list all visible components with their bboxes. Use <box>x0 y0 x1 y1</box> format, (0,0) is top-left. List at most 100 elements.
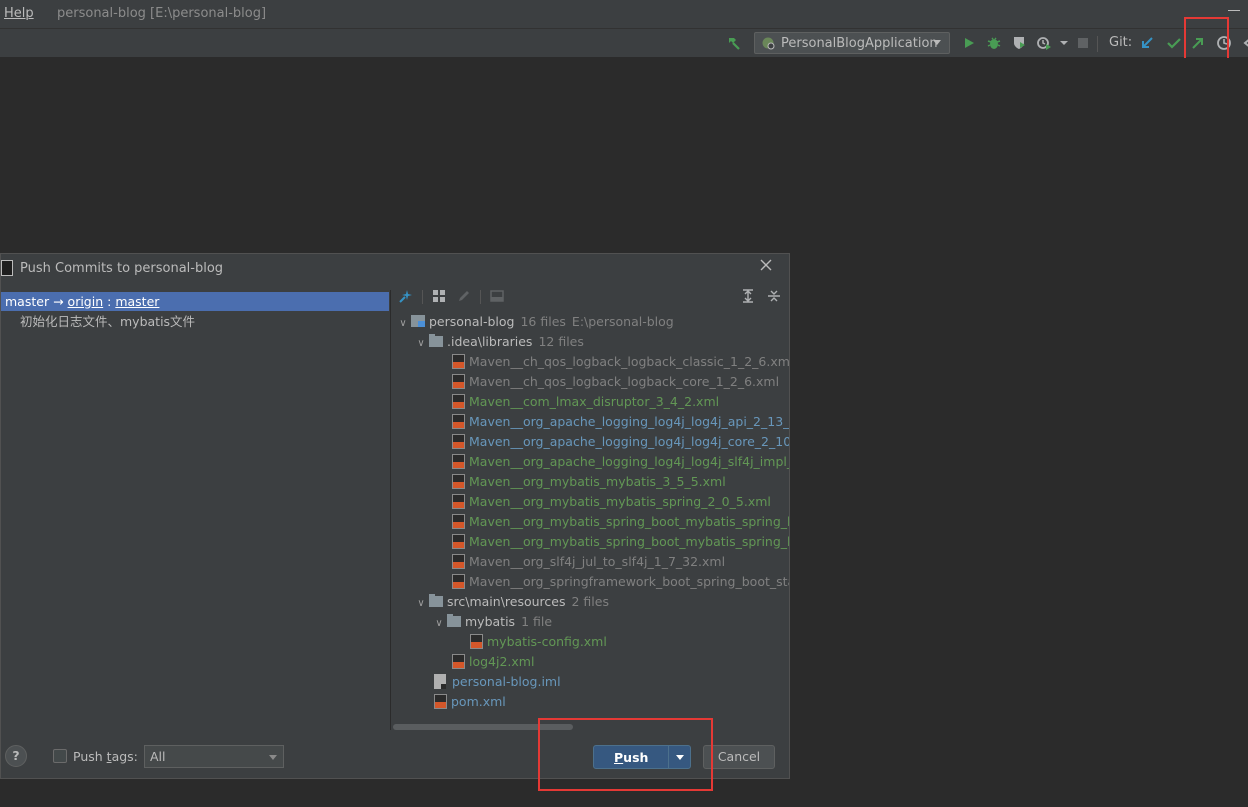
toolbar-separator <box>422 290 423 304</box>
tree-file-row[interactable]: Maven__com_lmax_disruptor_3_4_2.xml <box>452 392 719 412</box>
file-name: Maven__org_mybatis_mybatis_spring_2_0_5.… <box>469 494 771 509</box>
git-rollback-icon[interactable] <box>1240 35 1248 51</box>
run-config-select[interactable]: PersonalBlogApplication <box>754 32 950 54</box>
run-icon[interactable] <box>961 35 977 51</box>
tree-libraries-row[interactable]: ∨ .idea\libraries 12 files <box>413 332 584 352</box>
module-icon <box>411 315 425 327</box>
tree-file-row[interactable]: Maven__org_apache_logging_log4j_log4j_ap… <box>452 412 789 432</box>
folder-icon <box>447 614 461 627</box>
dialog-title-bar: Push Commits to personal-blog <box>1 254 789 282</box>
xml-file-icon <box>452 434 465 449</box>
tree-file-row[interactable]: Maven__org_slf4j_jul_to_slf4j_1_7_32.xml <box>452 552 725 572</box>
push-dialog: Push Commits to personal-blog master → o… <box>0 253 790 779</box>
branch-row[interactable]: master → origin : master <box>1 292 389 311</box>
local-branch: master <box>5 294 50 309</box>
file-name: Maven__org_springframework_boot_spring_b… <box>469 574 789 589</box>
xml-file-icon <box>452 354 465 369</box>
file-name: Maven__org_mybatis_spring_boot_mybatis_s… <box>469 534 789 549</box>
libraries-count: 12 files <box>538 334 584 349</box>
push-tags-checkbox[interactable] <box>53 749 67 763</box>
highlight-files-icon[interactable] <box>398 288 414 304</box>
menu-help[interactable]: Help <box>4 6 34 21</box>
tree-file-row[interactable]: Maven__org_mybatis_mybatis_spring_2_0_5.… <box>452 492 771 512</box>
tree-file-row[interactable]: Maven__org_mybatis_mybatis_3_5_5.xml <box>452 472 726 492</box>
file-name: Maven__ch_qos_logback_logback_core_1_2_6… <box>469 374 780 389</box>
push-tags-label-part: Push <box>73 749 107 764</box>
minimize-icon[interactable] <box>1228 10 1240 11</box>
run-config-label: PersonalBlogApplication <box>781 35 938 51</box>
help-button[interactable]: ? <box>5 745 27 767</box>
tree-file-row[interactable]: log4j2.xml <box>452 652 534 672</box>
file-name: personal-blog.iml <box>452 674 561 689</box>
chevron-down-icon <box>269 755 277 760</box>
tags-select[interactable]: All <box>144 745 284 768</box>
preview-diff-icon[interactable] <box>489 288 505 304</box>
chevron-down-icon[interactable]: ∨ <box>413 334 429 354</box>
xml-file-icon <box>452 514 465 529</box>
remote-name-link[interactable]: origin <box>68 294 104 309</box>
root-path: E:\personal-blog <box>571 314 674 329</box>
window-title: personal-blog [E:\personal-blog] <box>57 6 267 21</box>
main-toolbar: PersonalBlogApplication Git: <box>0 29 1248 58</box>
target-branch-link[interactable]: master <box>115 294 159 309</box>
chevron-down-icon[interactable]: ∨ <box>413 594 429 614</box>
chevron-down-icon[interactable]: ∨ <box>431 614 447 634</box>
git-update-icon[interactable] <box>1139 35 1155 51</box>
xml-file-icon <box>452 574 465 589</box>
tree-file-row[interactable]: Maven__org_springframework_boot_spring_b… <box>452 572 789 592</box>
git-commit-check-icon[interactable] <box>1166 35 1182 51</box>
cancel-button[interactable]: Cancel <box>703 745 775 769</box>
xml-file-icon <box>452 414 465 429</box>
group-by-icon[interactable] <box>431 288 447 304</box>
libraries-name: .idea\libraries <box>447 334 533 349</box>
tree-resources-row[interactable]: ∨ src\main\resources 2 files <box>413 592 609 612</box>
highlight-push-button <box>538 718 713 791</box>
file-name: Maven__org_slf4j_jul_to_slf4j_1_7_32.xml <box>469 554 726 569</box>
xml-file-icon <box>452 374 465 389</box>
tree-file-row[interactable]: Maven__org_mybatis_spring_boot_mybatis_s… <box>452 532 789 552</box>
menu-bar: Help personal-blog [E:\personal-blog] <box>0 0 1248 29</box>
xml-file-icon <box>452 454 465 469</box>
tree-file-row[interactable]: Maven__ch_qos_logback_logback_core_1_2_6… <box>452 372 779 392</box>
file-name: Maven__org_mybatis_spring_boot_mybatis_s… <box>469 514 789 529</box>
xml-file-icon <box>452 494 465 509</box>
file-name: Maven__org_apache_logging_log4j_log4j_co… <box>469 434 789 449</box>
xml-file-icon <box>452 394 465 409</box>
mybatis-name: mybatis <box>465 614 516 629</box>
commit-item[interactable]: 初始化日志文件、mybatis文件 <box>20 313 195 331</box>
dialog-title: Push Commits to personal-blog <box>20 261 224 276</box>
xml-file-icon <box>452 654 465 669</box>
resources-name: src\main\resources <box>447 594 566 609</box>
build-hammer-icon[interactable] <box>726 35 742 51</box>
tree-file-row[interactable]: pom.xml <box>434 692 506 712</box>
edit-source-icon[interactable] <box>456 288 472 304</box>
more-run-chevron-icon[interactable] <box>1056 35 1072 51</box>
tree-file-row[interactable]: Maven__ch_qos_logback_logback_classic_1_… <box>452 352 789 372</box>
branch-arrow: → <box>53 294 64 309</box>
iml-file-icon <box>434 674 446 689</box>
file-name: Maven__org_apache_logging_log4j_log4j_sl… <box>469 454 789 469</box>
coverage-icon[interactable] <box>1011 35 1027 51</box>
tree-file-row[interactable]: Maven__org_apache_logging_log4j_log4j_co… <box>452 432 789 452</box>
chevron-down-icon <box>933 40 941 45</box>
xml-file-icon <box>470 634 483 649</box>
push-tags-label-part: ags: <box>111 749 138 764</box>
xml-file-icon <box>452 534 465 549</box>
debug-icon[interactable] <box>986 35 1002 51</box>
toolbar-separator <box>1097 36 1098 52</box>
tree-file-row[interactable]: personal-blog.iml <box>434 672 561 692</box>
tree-mybatis-row[interactable]: ∨ mybatis 1 file <box>431 612 552 632</box>
stop-icon[interactable] <box>1075 35 1091 51</box>
push-tags-label[interactable]: Push tags: <box>73 749 138 764</box>
profiler-icon[interactable] <box>1036 35 1052 51</box>
branch-separator: : <box>107 294 112 309</box>
collapse-all-icon[interactable] <box>766 288 782 304</box>
tree-file-row[interactable]: mybatis-config.xml <box>470 632 607 652</box>
close-icon[interactable] <box>759 258 775 274</box>
tree-root-row[interactable]: ∨ personal-blog 16 files E:\personal-blog <box>395 312 674 334</box>
expand-all-icon[interactable] <box>740 288 756 304</box>
tree-file-row[interactable]: Maven__org_mybatis_spring_boot_mybatis_s… <box>452 512 789 532</box>
chevron-down-icon[interactable]: ∨ <box>395 314 411 334</box>
spring-app-icon <box>762 37 775 50</box>
tree-file-row[interactable]: Maven__org_apache_logging_log4j_log4j_sl… <box>452 452 789 472</box>
